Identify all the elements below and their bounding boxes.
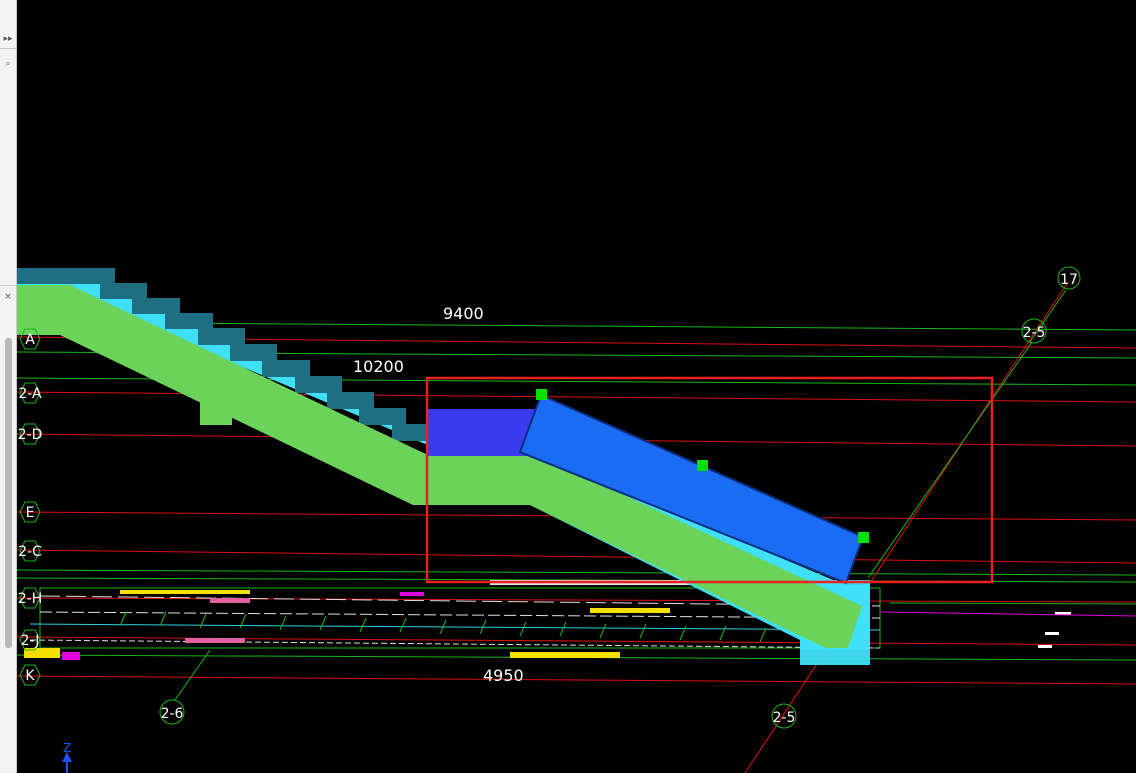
svg-text:A: A (25, 332, 35, 348)
grid-axis-bubbles-left: A 2-A 2-D E 2-C 2-H 2-J K (18, 328, 43, 686)
axis-bubble-2-h: 2-H (18, 587, 43, 609)
axis-bubble-2-5-bottom: 2-5 (771, 703, 797, 729)
plan-hatch (510, 652, 620, 658)
ucs-z-axis-icon: Z (62, 741, 72, 773)
plan-hatch (400, 592, 424, 596)
plan-hatch (1038, 645, 1052, 648)
floor-plan-strip (24, 580, 1136, 660)
plan-hatch (185, 638, 245, 643)
plan-line (29, 639, 881, 649)
svg-text:2-D: 2-D (18, 427, 43, 443)
axis-bubble-2-5-top: 2-5 (1021, 318, 1047, 344)
axis-bubble-a: A (19, 328, 41, 350)
plan-hatch (62, 652, 80, 660)
svg-text:2-C: 2-C (18, 544, 42, 560)
close-icon[interactable]: × (0, 288, 16, 306)
grip-handle[interactable] (858, 532, 869, 543)
stair-flight-upper[interactable] (17, 268, 430, 505)
plan-line (889, 602, 1136, 605)
plan-line (29, 623, 881, 631)
axis-bubble-2-d: 2-D (18, 423, 43, 445)
plan-hatch (1045, 632, 1059, 635)
grip-handle[interactable] (697, 460, 708, 471)
grid-line (17, 569, 1136, 576)
grid-line (17, 549, 1136, 564)
svg-text:K: K (25, 668, 35, 684)
svg-text:2-A: 2-A (18, 386, 42, 402)
expand-icon[interactable]: ▸▸ (0, 30, 16, 48)
svg-text:17: 17 (1060, 272, 1078, 288)
plan-hatch (590, 608, 670, 613)
grid-line (17, 597, 1136, 603)
stair-beam (200, 396, 232, 425)
svg-text:Z: Z (63, 741, 71, 755)
grid-line (17, 675, 1136, 685)
axis-bubble-2-a: 2-A (18, 382, 42, 404)
side-divider (0, 285, 16, 286)
svg-text:E: E (26, 505, 35, 521)
plan-hatch (210, 598, 250, 603)
plan-line (879, 611, 1136, 617)
scrollbar-thumb[interactable] (5, 338, 12, 648)
svg-text:2-H: 2-H (18, 591, 43, 607)
cad-viewport[interactable]: 9400 10200 4950 A 2-A 2-D E 2-C 2-H 2-J … (17, 0, 1136, 773)
side-tool-panel: ▸▸ ⌕ × (0, 0, 17, 773)
cad-drawing[interactable]: 9400 10200 4950 A 2-A 2-D E 2-C 2-H 2-J … (17, 0, 1136, 773)
svg-text:2-J: 2-J (21, 633, 40, 649)
axis-bubble-k: K (19, 664, 41, 686)
axis-bubble-2-j: 2-J (19, 629, 41, 651)
axis-bubble-2-c: 2-C (18, 540, 42, 562)
dimension-10200: 10200 (353, 357, 404, 376)
svg-text:2-5: 2-5 (773, 710, 796, 726)
axis-bubble-2-6: 2-6 (159, 699, 185, 725)
side-divider (0, 48, 16, 49)
svg-text:2-5: 2-5 (1023, 325, 1046, 341)
dimension-9400: 9400 (443, 304, 484, 323)
axis-bubble-17: 17 (1057, 266, 1081, 290)
grip-handle[interactable] (536, 389, 547, 400)
dimension-4950: 4950 (483, 666, 524, 685)
plan-hatch (120, 590, 250, 594)
search-icon[interactable]: ⌕ (0, 55, 16, 73)
grid-line (174, 649, 211, 701)
svg-text:2-6: 2-6 (161, 706, 184, 722)
